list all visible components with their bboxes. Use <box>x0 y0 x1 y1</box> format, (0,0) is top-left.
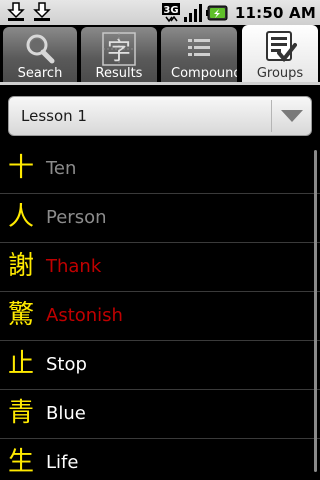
tab-compounds[interactable]: Compounds <box>161 27 237 84</box>
group-select-value: Lesson 1 <box>21 107 87 125</box>
list-item[interactable]: 人 Person <box>0 194 320 243</box>
checklist-icon <box>266 31 297 63</box>
list-item[interactable]: 止 Stop <box>0 341 320 390</box>
kanji-char: 人 <box>7 202 34 232</box>
scrollbar[interactable] <box>314 150 317 472</box>
kanji-char: 謝 <box>7 251 34 281</box>
tab-groups-label: Groups <box>256 66 304 81</box>
kanji-char-icon: 字 <box>102 32 136 66</box>
kanji-meaning: Person <box>46 207 107 228</box>
list-item[interactable]: 謝 Thank <box>0 243 320 292</box>
battery-charging-icon <box>205 5 228 20</box>
tab-groups[interactable]: Groups <box>242 25 318 84</box>
kanji-meaning: Stop <box>46 354 87 375</box>
tab-results-label: Results <box>95 66 143 81</box>
svg-text:字: 字 <box>107 37 131 65</box>
kanji-char: 生 <box>7 447 34 477</box>
list-item[interactable]: 青 Blue <box>0 390 320 439</box>
kanji-char: 止 <box>7 349 34 379</box>
signal-icon <box>183 3 202 22</box>
kanji-meaning: Astonish <box>46 305 123 326</box>
kanji-meaning: Thank <box>46 256 102 277</box>
kanji-meaning: Blue <box>46 403 86 424</box>
list-item[interactable]: 驚 Astonish <box>0 292 320 341</box>
tab-search-label: Search <box>17 66 63 81</box>
dropdown-divider <box>271 100 272 132</box>
tab-bar: Search 字 Results Compounds Groups <box>0 25 320 84</box>
download-icon <box>33 2 51 21</box>
list-item[interactable]: 十 Ten <box>0 145 320 194</box>
download-icon <box>7 2 25 21</box>
tab-results[interactable]: 字 Results <box>81 27 157 84</box>
kanji-list: 十 Ten 人 Person 謝 Thank 驚 Astonish 止 Stop… <box>0 145 320 480</box>
status-bar: 3G 11:50 AM <box>0 0 320 25</box>
kanji-meaning: Ten <box>46 158 77 179</box>
tab-compounds-label: Compounds <box>171 66 237 81</box>
svg-text:3G: 3G <box>163 5 178 16</box>
list-item[interactable]: 生 Life <box>0 439 320 480</box>
tab-search[interactable]: Search <box>3 27 77 84</box>
kanji-char: 青 <box>7 398 34 428</box>
kanji-meaning: Life <box>46 452 79 473</box>
kanji-char: 十 <box>7 153 34 183</box>
list-icon <box>188 39 210 56</box>
chevron-down-icon <box>281 110 303 122</box>
clock-time: 11:50 AM <box>234 3 316 22</box>
tab-divider <box>0 82 320 85</box>
group-select[interactable]: Lesson 1 <box>8 96 312 136</box>
search-icon <box>26 34 55 64</box>
kanji-char: 驚 <box>7 300 34 330</box>
3g-icon: 3G <box>161 2 180 22</box>
